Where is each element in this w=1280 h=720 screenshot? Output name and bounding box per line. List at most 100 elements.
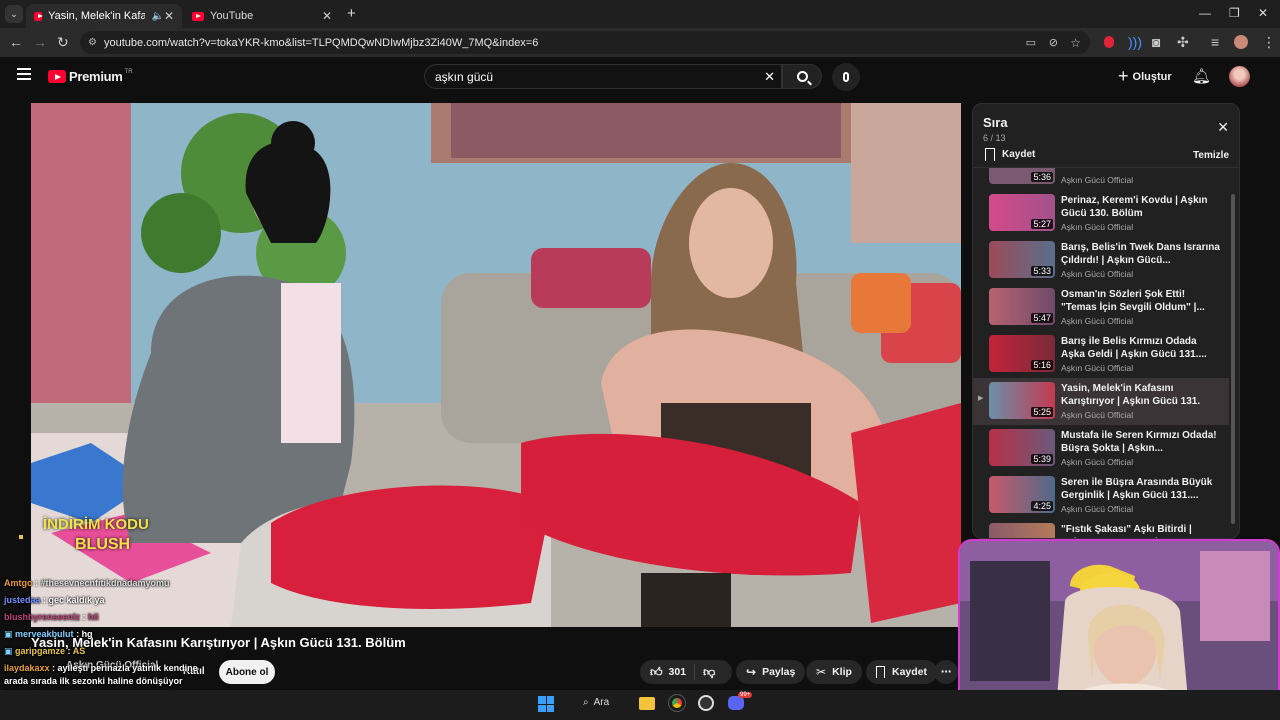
more-icon: ⋯ [940,666,952,678]
queue-item-channel: Aşkın Gücü Official [1061,316,1134,326]
forward-icon[interactable]: → [33,34,47,50]
clip-button[interactable]: ✂ Klip [806,660,862,684]
queue-list: 5:36 Aşkın Gücü Official 5:27 Perinaz, K… [973,167,1239,538]
logo-region: TR [124,68,133,75]
thumbs-up-icon: 👍︎ [650,664,663,679]
queue-item[interactable]: 4:25 Seren ile Büşra Arasında Büyük Gerg… [973,472,1229,519]
new-tab-button[interactable]: + [347,5,356,22]
create-button[interactable]: + Oluştur [1118,64,1172,89]
extension-red-icon[interactable] [1104,36,1114,48]
chat-dot [19,535,23,539]
queue-item-channel: Aşkın Gücü Official [1061,457,1134,467]
chat-message: blushbyrenseenlz : hii [4,612,99,622]
extensions-puzzle-icon[interactable]: ✣ [1177,34,1189,51]
extension-icon[interactable]: ◙ [1152,34,1160,50]
subscribe-button[interactable]: Abone ol [219,660,275,684]
address-bar[interactable]: ⚙ youtube.com/watch?v=tokaYKR-kmo&list=T… [80,31,1090,54]
youtube-logo[interactable]: Premium TR [48,69,133,84]
cast-icon[interactable]: ▭ [1026,36,1036,49]
taskbar-search[interactable]: ⌕ Ara [583,697,609,708]
queue-item-title: Osman'ın Sözleri Şok Etti! "Temas İçin S… [1061,289,1205,313]
scissors-icon: ✂ [816,665,827,679]
queue-item-title: Mustafa ile Seren Kırmızı Odada! Büşra Ş… [1061,430,1217,454]
queue-item-channel: Aşkın Gücü Official [1061,269,1134,279]
queue-item[interactable]: "Fıstık Şakası" Aşkı Bitirdi | Aşkın Güc… [973,519,1229,538]
queue-item-title: Barış ile Belis Kırmızı Odada Aşka Geldi… [1061,336,1207,360]
queue-item[interactable]: 5:33 Barış, Belis'in Twek Dans Israrına … [973,237,1229,284]
queue-item[interactable]: 5:27 Perinaz, Kerem'i Kovdu | Aşkın Gücü… [973,190,1229,237]
queue-save-button[interactable]: Kaydet [985,148,1035,161]
chat-badge-icon: ▣ [4,629,13,639]
close-window-icon[interactable]: ✕ [1258,6,1268,20]
search-icon: ⌕ [583,697,589,708]
tab-search-button[interactable]: ⌄ [5,5,23,23]
bookmark-star-icon[interactable]: ☆ [1070,36,1081,50]
windows-logo-icon [538,696,546,704]
clear-search-icon[interactable]: ✕ [764,69,775,85]
queue-item[interactable]: 5:39 Mustafa ile Seren Kırmızı Odada! Bü… [973,425,1229,472]
chrome-icon[interactable] [668,694,686,712]
browser-tab[interactable]: YouTube ✕ [184,4,340,28]
queue-item-current[interactable]: ▶ 5:25 Yasin, Melek'in Kafasını Karıştır… [973,378,1229,425]
reload-icon[interactable]: ↻ [57,34,69,51]
notifications-bell-icon[interactable]: 🔔︎ [1192,67,1211,85]
discord-badge: 99+ [738,692,753,698]
url-text: youtube.com/watch?v=tokaYKR-kmo&list=TLP… [104,36,539,49]
voice-search-button[interactable] [832,63,860,91]
browser-menu-icon[interactable]: ⋮ [1262,34,1276,51]
queue-clear-button[interactable]: Temizle [1193,150,1229,161]
plus-icon: + [1118,66,1129,86]
logo-text: Premium [69,69,123,84]
like-button[interactable]: 👍︎ 301 [640,664,696,680]
profile-avatar[interactable] [1234,35,1248,49]
chat-text: hii [88,612,99,622]
queue-thumbnail [989,523,1055,538]
video-player[interactable]: İNDİRİM KODU BLUSH [31,103,961,627]
restore-icon[interactable]: ❐ [1229,6,1240,20]
speaker-icon[interactable]: 🔈 [151,11,163,22]
search-input[interactable]: aşkın gücü ✕ [424,64,782,89]
chat-user: garipgamze [15,646,66,656]
share-button[interactable]: ↪ Paylaş [736,660,806,684]
queue-scrollbar[interactable] [1231,194,1235,524]
queue-item-channel: Aşkın Gücü Official [1061,504,1134,514]
site-info-icon[interactable]: ⚙ [88,37,97,48]
start-button[interactable] [538,696,554,712]
close-tab-icon[interactable]: ✕ [322,9,332,23]
eye-off-icon[interactable]: ⊘ [1049,36,1058,49]
promo-line2: BLUSH [75,536,131,553]
queue-item[interactable]: 5:47 Osman'ın Sözleri Şok Etti! "Temas İ… [973,284,1229,331]
chat-message: ▣ garipgamze : AS [4,646,86,656]
close-tab-icon[interactable]: ✕ [164,9,174,23]
queue-item-channel: Aşkın Gücü Official [1061,363,1134,373]
minimize-icon[interactable]: — [1199,6,1211,20]
back-icon[interactable]: ← [9,34,23,50]
create-label: Oluştur [1132,70,1172,83]
queue-thumbnail: 5:39 [989,429,1055,466]
share-label: Paylaş [762,666,796,678]
account-avatar[interactable] [1229,66,1250,87]
close-queue-icon[interactable]: ✕ [1217,119,1229,136]
search-button[interactable] [782,64,822,89]
chat-badge-icon: ▣ [4,646,13,656]
queue-item[interactable]: 5:16 Barış ile Belis Kırmızı Odada Aşka … [973,331,1229,378]
youtube-favicon-icon [192,11,204,21]
discord-icon[interactable] [728,696,744,710]
more-actions-button[interactable]: ⋯ [934,660,958,684]
obs-icon[interactable] [698,695,714,711]
duration-badge: 5:39 [1031,454,1053,464]
dislike-button[interactable]: 👎︎ [695,665,723,680]
chat-text: #thesevnecnfıtıkdnadamyomu [40,578,170,588]
browser-tab-active[interactable]: Yasin, Melek'in Kafasını Karış 🔈 ✕ [26,4,182,28]
hamburger-menu-icon[interactable] [17,68,31,80]
chat-message: ▣ merveakbulut : hg [4,629,93,639]
microphone-icon [843,72,849,82]
save-button[interactable]: Kaydet [866,660,938,684]
queue-item[interactable]: 5:36 Aşkın Gücü Official [973,168,1229,190]
file-explorer-icon[interactable] [639,697,655,710]
chat-user: Amtgo [4,578,33,588]
chat-text: gec kaldık ya [48,595,105,605]
translate-extension-icon[interactable]: ))) [1128,34,1142,50]
reading-list-icon[interactable]: ≡ [1211,34,1219,50]
queue-item-channel: Aşkın Gücü Official [1061,410,1134,420]
